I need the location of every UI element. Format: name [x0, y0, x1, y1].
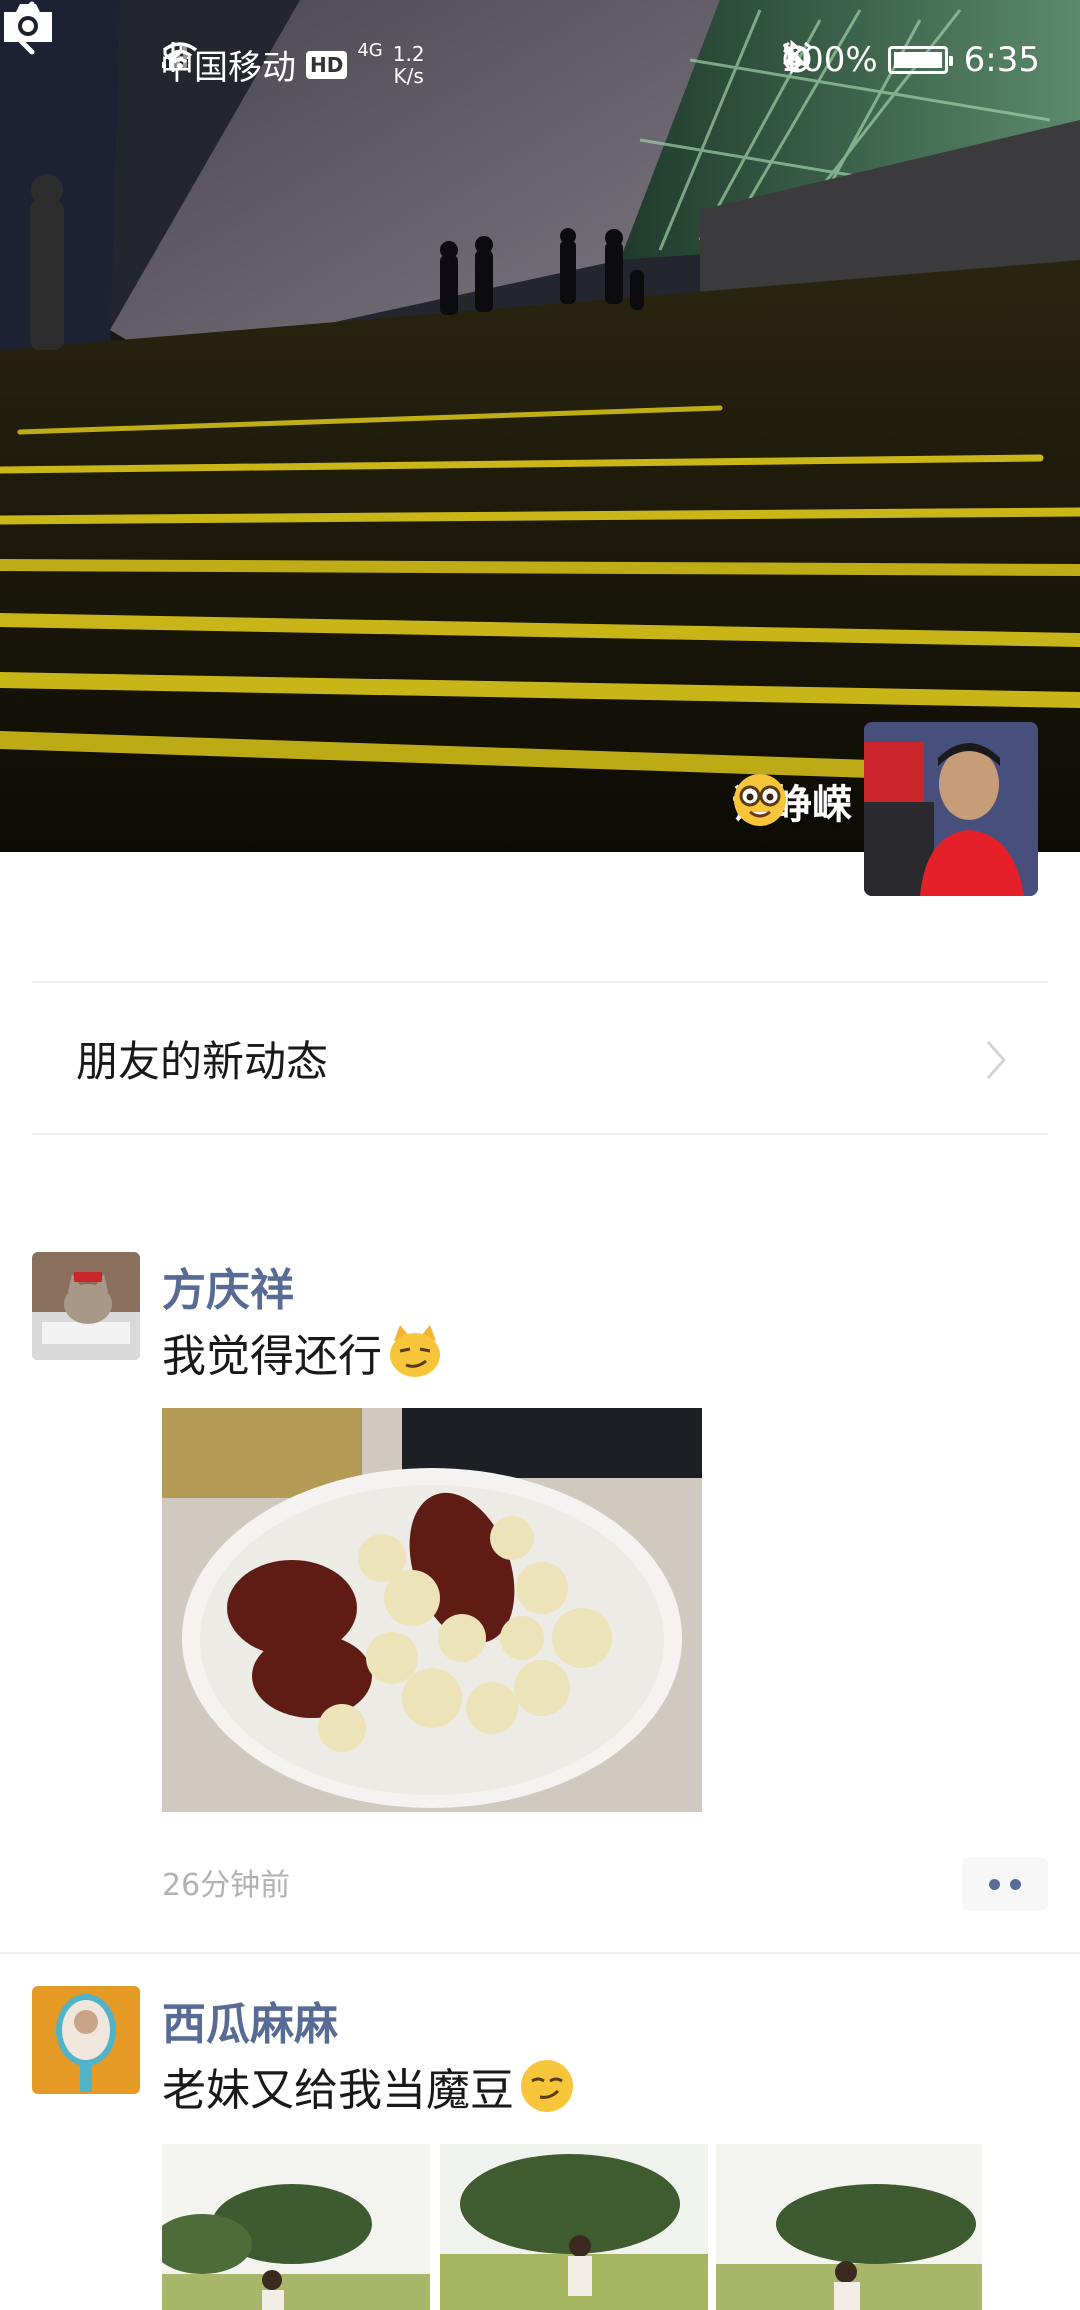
post-image[interactable] [440, 2144, 708, 2310]
status-bar: 中国移动 HD 4G 1.2 K/s 100% 6:35 [0, 0, 1080, 124]
hd-badge: HD [306, 50, 348, 79]
post-text-content: 老妹又给我当魔豆 [162, 2065, 514, 2116]
network-speed: 1.2 K/s [393, 43, 425, 87]
post-avatar[interactable] [32, 1252, 140, 1360]
camera-icon[interactable] [0, 0, 56, 46]
friends-updates-entry[interactable]: 朋友的新动态 [32, 981, 1048, 1135]
post-avatar[interactable] [32, 1986, 140, 2094]
network-type: 4G [357, 40, 383, 61]
post-image[interactable] [162, 1408, 702, 1812]
moment-post: 方庆祥 我觉得还行 26分钟前 [0, 1252, 1080, 1952]
post-text: 我觉得还行 [162, 1320, 444, 1384]
park-photo-3 [716, 2144, 982, 2310]
smirking-cat-emoji [390, 1325, 440, 1377]
smirking-face-emoji [521, 2060, 573, 2112]
profile-username[interactable]: 谢峥嵘 [732, 772, 852, 830]
post-image[interactable] [162, 2144, 430, 2310]
park-photo-2 [440, 2144, 708, 2310]
mirror-avatar-image [32, 1986, 140, 2094]
dot-icon [1010, 1878, 1021, 1890]
mute-bell-icon [783, 42, 812, 72]
moment-post: 西瓜麻麻 老妹又给我当魔豆 [0, 1984, 1080, 2310]
speed-value: 1.2 [392, 41, 425, 66]
post-divider [0, 1952, 1080, 1954]
battery-level [893, 52, 942, 68]
nerd-face-emoji [734, 774, 786, 826]
more-actions-button[interactable] [962, 1857, 1048, 1911]
profile-avatar[interactable] [864, 722, 1038, 896]
post-author-name[interactable]: 方庆祥 [162, 1254, 294, 1318]
post-text: 老妹又给我当魔豆 [162, 2054, 576, 2118]
avatar-image [864, 722, 1038, 896]
post-time: 26分钟前 [162, 1868, 291, 1903]
post-image[interactable] [716, 2144, 982, 2310]
post-text-content: 我觉得还行 [162, 1331, 382, 1382]
battery-icon [887, 46, 953, 74]
food-photo [162, 1408, 702, 1812]
friends-updates-label: 朋友的新动态 [76, 1036, 329, 1086]
dot-icon [989, 1878, 1000, 1890]
chevron-right-icon [986, 1041, 1007, 1079]
post-author-name[interactable]: 西瓜麻麻 [162, 1988, 338, 2052]
clock: 6:35 [963, 40, 1040, 80]
park-photo-1 [162, 2144, 430, 2310]
cat-avatar-image [32, 1252, 140, 1360]
speed-unit: K/s [393, 63, 424, 88]
usb-icon [163, 42, 183, 72]
